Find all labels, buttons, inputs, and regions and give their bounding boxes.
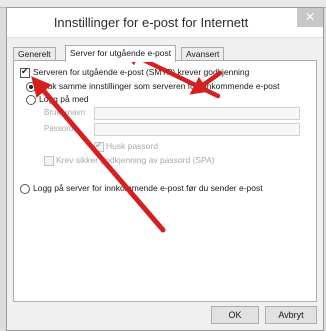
requires-auth-checkbox[interactable]: ✔ [20, 66, 30, 78]
tab-outgoing-server[interactable]: Server for utgående e-post [65, 45, 177, 62]
username-field[interactable] [94, 107, 300, 120]
checkmark-icon: ✔ [21, 66, 29, 76]
radio-selected-dot [29, 85, 33, 89]
close-icon: ✕ [304, 10, 316, 24]
log-on-with-label: Logg på med [39, 94, 89, 104]
close-button[interactable]: ✕ [297, 8, 323, 27]
remember-password-label: Husk passord [106, 141, 158, 151]
tab-advanced[interactable]: Avansert [181, 47, 225, 61]
use-same-settings-radio[interactable] [26, 82, 36, 92]
username-label: Brukernavn: [44, 108, 88, 117]
spa-label: Krev sikker godkjenning av passord (SPA) [56, 155, 215, 165]
dialog-title: Innstillinger for e-post for Internett [53, 15, 249, 30]
checkmark-icon: ✔ [95, 140, 103, 150]
ok-button[interactable]: OK [211, 306, 259, 324]
settings-dialog: Innstillinger for e-post for Internett ✕… [6, 7, 324, 331]
cancel-button[interactable]: Avbryt [265, 306, 317, 324]
remember-password-checkbox[interactable]: ✔ [94, 140, 104, 152]
outgoing-server-panel: ✔ Serveren for utgående e-post (SMTP) kr… [13, 60, 317, 302]
log-on-incoming-first-radio[interactable] [20, 184, 30, 194]
tab-general[interactable]: Generelt [13, 47, 56, 61]
title-bar: Innstillinger for e-post for Internett ✕ [7, 8, 323, 38]
password-field[interactable] [94, 123, 300, 136]
log-on-with-radio[interactable] [26, 95, 36, 105]
log-on-incoming-first-label: Logg på server for innkommende e-post fø… [33, 183, 263, 193]
spa-checkbox[interactable] [44, 156, 54, 166]
requires-auth-label: Serveren for utgående e-post (SMTP) krev… [33, 67, 250, 77]
password-label: Passord: [44, 124, 76, 133]
use-same-settings-label: Bruk samme innstillinger som serveren fo… [39, 81, 280, 91]
